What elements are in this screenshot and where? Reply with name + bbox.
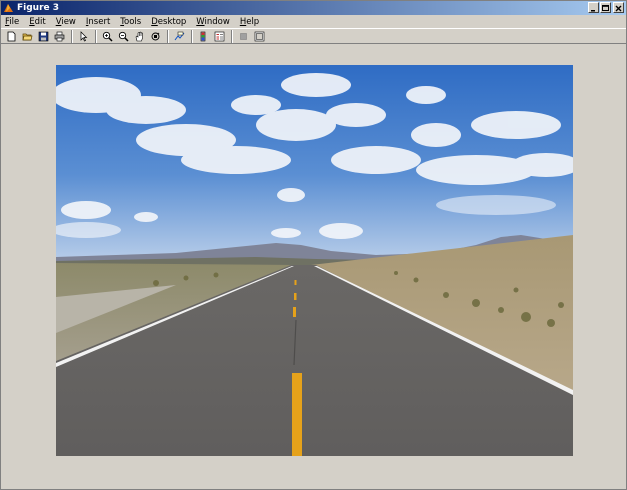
insert-colorbar-button[interactable] <box>197 30 210 43</box>
new-figure-icon <box>7 31 16 41</box>
road-photo <box>56 65 573 456</box>
menu-window[interactable]: Window <box>196 17 230 27</box>
minimize-icon <box>591 10 595 12</box>
menu-view[interactable]: View <box>56 17 76 27</box>
close-icon <box>615 5 622 12</box>
toolbar-separator <box>191 29 193 43</box>
edit-plot-arrow-icon <box>80 30 88 41</box>
show-plot-tools-button[interactable] <box>253 30 266 43</box>
figure-window: Figure 3 File Edit View Insert Tools Des… <box>0 0 627 490</box>
edit-plot-button[interactable] <box>77 30 90 43</box>
minimize-button[interactable] <box>588 2 599 13</box>
rotate-3d-icon <box>151 32 160 40</box>
menu-help[interactable]: Help <box>240 17 259 27</box>
matlab-logo-icon <box>4 3 13 12</box>
maximize-button[interactable] <box>600 2 611 13</box>
close-button[interactable] <box>613 2 624 13</box>
save-button[interactable] <box>37 30 50 43</box>
data-cursor-icon <box>174 31 185 40</box>
zoom-in-icon <box>102 31 113 42</box>
toolbar-separator <box>231 29 233 43</box>
title-bar: Figure 3 <box>1 1 626 15</box>
toolbar-separator <box>95 29 97 43</box>
new-figure-button[interactable] <box>5 30 18 43</box>
menu-bar: File Edit View Insert Tools Desktop Wind… <box>1 15 626 28</box>
figure-axes[interactable] <box>56 65 573 456</box>
toolbar-separator <box>71 29 73 43</box>
figure-toolbar <box>1 28 626 44</box>
print-icon <box>54 31 65 41</box>
rotate-3d-button[interactable] <box>149 30 162 43</box>
print-button[interactable] <box>53 30 66 43</box>
maximize-icon <box>602 5 609 11</box>
menu-file[interactable]: File <box>5 17 19 27</box>
insert-legend-icon <box>214 31 225 41</box>
open-file-icon <box>22 33 33 40</box>
show-plot-tools-icon <box>254 31 265 41</box>
insert-legend-button[interactable] <box>213 30 226 43</box>
menu-tools[interactable]: Tools <box>120 17 141 27</box>
hide-plot-tools-icon <box>240 32 247 40</box>
zoom-out-button[interactable] <box>117 30 130 43</box>
zoom-out-icon <box>118 31 129 42</box>
open-file-button[interactable] <box>21 30 34 43</box>
pan-hand-icon <box>135 31 143 41</box>
pan-button[interactable] <box>133 30 146 43</box>
toolbar-separator <box>167 29 169 43</box>
menu-desktop[interactable]: Desktop <box>151 17 186 27</box>
data-cursor-button[interactable] <box>173 30 186 43</box>
menu-insert[interactable]: Insert <box>86 17 110 27</box>
zoom-in-button[interactable] <box>101 30 114 43</box>
hide-plot-tools-button[interactable] <box>237 30 250 43</box>
menu-edit[interactable]: Edit <box>29 17 45 27</box>
insert-colorbar-icon <box>200 31 206 41</box>
window-title: Figure 3 <box>17 3 60 13</box>
save-icon <box>38 31 49 41</box>
